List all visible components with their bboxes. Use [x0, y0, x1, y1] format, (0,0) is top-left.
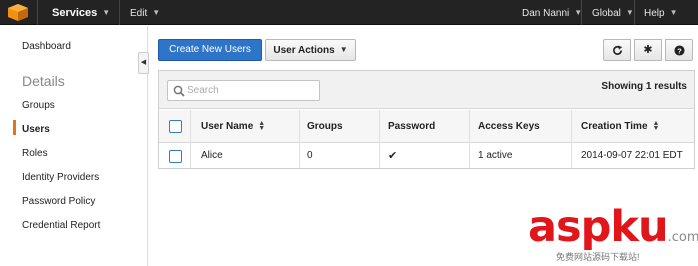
- watermark: aspku.com 免费网站源码下载站!: [528, 202, 698, 263]
- region-menu[interactable]: Global ▼: [592, 0, 634, 25]
- topbar-divider: [581, 0, 582, 25]
- gear-icon: ✱: [643, 44, 653, 56]
- password-check-icon: ✔: [388, 150, 398, 162]
- watermark-suffix: .com: [667, 230, 698, 245]
- watermark-subtitle: 免费网站源码下载站!: [556, 252, 640, 262]
- sort-icon: ▲ ▼: [652, 120, 660, 133]
- sidebar-item-password-policy[interactable]: Password Policy: [22, 196, 95, 207]
- settings-button[interactable]: ✱: [634, 39, 662, 61]
- user-name-label: Dan Nanni: [522, 8, 570, 19]
- column-header-creation-time[interactable]: Creation Time ▲ ▼: [581, 110, 659, 143]
- region-label: Global: [592, 8, 621, 19]
- chevron-down-icon: ▼: [669, 8, 678, 17]
- help-menu[interactable]: Help ▼: [644, 0, 678, 25]
- edit-label: Edit: [130, 8, 148, 19]
- help-label: Help: [644, 8, 665, 19]
- cell-access-keys: 1 active: [478, 150, 513, 161]
- services-label: Services: [52, 7, 98, 19]
- chevron-down-icon: ▼: [625, 8, 634, 17]
- search-input[interactable]: [187, 82, 317, 99]
- select-all-checkbox[interactable]: [169, 120, 182, 133]
- help-button[interactable]: ?: [665, 39, 693, 61]
- cell-user-name[interactable]: Alice: [201, 144, 223, 168]
- table-filter-bar: Showing 1 results: [159, 71, 694, 109]
- users-table-panel: Showing 1 results User Name ▲▼ Groups Pas…: [158, 70, 695, 169]
- create-new-users-button[interactable]: Create New Users: [158, 39, 262, 61]
- column-header-password: Password: [388, 121, 436, 132]
- column-header-access-keys: Access Keys: [478, 121, 540, 132]
- column-label: Creation Time: [581, 121, 648, 132]
- refresh-icon: [612, 45, 622, 55]
- chevron-left-icon: ◀: [140, 59, 147, 66]
- sidebar-item-groups[interactable]: Groups: [22, 100, 55, 111]
- topbar-divider: [119, 0, 120, 25]
- user-actions-button[interactable]: User Actions ▼: [265, 39, 356, 61]
- sidebar-item-credential-report[interactable]: Credential Report: [22, 220, 100, 231]
- search-icon: [173, 85, 185, 97]
- chevron-down-icon: ▼: [102, 8, 111, 17]
- refresh-button[interactable]: [603, 39, 631, 61]
- column-header-groups: Groups: [307, 121, 343, 132]
- collapse-sidebar-button[interactable]: ◀: [138, 52, 149, 74]
- aws-cube-icon[interactable]: [7, 3, 29, 22]
- column-header-user-name[interactable]: User Name ▲ ▼: [201, 110, 265, 143]
- table-header: User Name ▲ ▼ Groups Password Access Keys …: [159, 110, 694, 143]
- cell-groups: 0: [307, 150, 313, 161]
- topbar-divider: [37, 0, 38, 25]
- row-checkbox[interactable]: [169, 150, 182, 163]
- active-indicator: [13, 120, 16, 135]
- results-count: Showing 1 results: [601, 81, 687, 92]
- sidebar: Dashboard Details Groups Users Roles Ide…: [0, 26, 148, 266]
- sidebar-item-dashboard[interactable]: Dashboard: [22, 41, 71, 52]
- topbar-divider: [634, 0, 635, 25]
- top-navigation-bar: Services ▼ Edit ▼ Dan Nanni ▼ Global ▼ Help ▼: [0, 0, 698, 25]
- services-menu[interactable]: Services ▼: [52, 0, 110, 25]
- chevron-down-icon: ▼: [339, 45, 348, 54]
- watermark-text: aspku: [528, 202, 669, 252]
- edit-menu[interactable]: Edit ▼: [130, 0, 160, 25]
- sort-icon: ▲ ▼: [258, 120, 266, 133]
- svg-text:?: ?: [677, 46, 682, 55]
- table-row[interactable]: Alice 0 ✔ 1 active 2014-09-07 22:01 EDT: [159, 144, 694, 168]
- user-menu[interactable]: Dan Nanni ▼: [522, 0, 582, 25]
- sidebar-section-heading: Details: [22, 73, 65, 89]
- column-label: User Name: [201, 121, 254, 132]
- user-actions-label: User Actions: [273, 45, 335, 56]
- sidebar-item-users[interactable]: Users: [22, 124, 50, 135]
- sidebar-item-identity-providers[interactable]: Identity Providers: [22, 172, 99, 183]
- help-icon: ?: [673, 45, 685, 56]
- cell-creation-time: 2014-09-07 22:01 EDT: [581, 150, 683, 161]
- search-box[interactable]: [167, 80, 320, 101]
- chevron-down-icon: ▼: [152, 8, 161, 17]
- sidebar-item-roles[interactable]: Roles: [22, 148, 48, 159]
